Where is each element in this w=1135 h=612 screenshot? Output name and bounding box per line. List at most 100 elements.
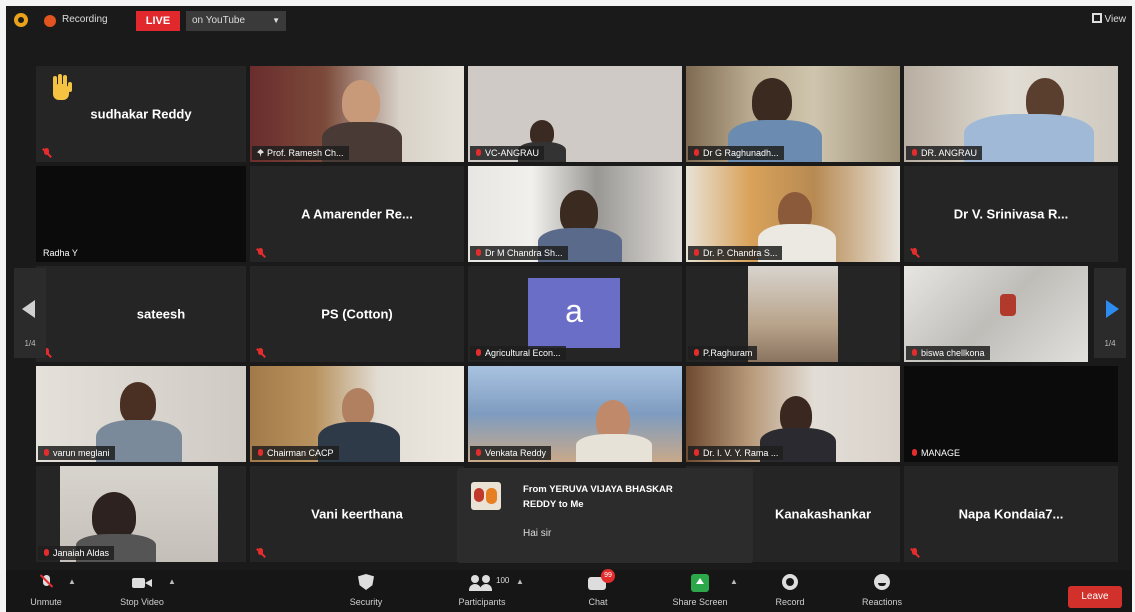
participant-name: Kanakashankar [774,506,872,522]
participant-tile[interactable]: Radha Y [36,166,246,262]
participant-tile-active-speaker[interactable]: Prof. Ramesh Ch... [250,66,464,162]
chat-button[interactable]: 99 Chat [558,569,638,607]
stop-video-button[interactable]: ▲ Stop Video [102,574,182,607]
share-screen-icon [691,574,709,592]
security-shield-icon[interactable] [14,13,28,27]
chevron-up-icon[interactable]: ▲ [68,577,76,586]
record-button[interactable]: Record [750,574,830,607]
stream-target-label: on YouTube [192,15,246,26]
chevron-up-icon[interactable]: ▲ [730,577,738,586]
participant-tile[interactable]: A Amarender Re... [250,166,464,262]
mic-muted-icon [693,248,700,258]
participant-name: Napa Kondaia7... [958,506,1064,522]
mic-muted-icon [693,448,700,458]
participant-tile[interactable]: Dr M Chandra Sh... [468,166,682,262]
participant-name-label: Janaiah Aldas [38,546,115,560]
participant-name: sudhakar Reddy [90,106,192,122]
page-indicator: 1/4 [1104,339,1116,348]
mic-muted-icon [910,548,919,558]
sender-avatar [471,482,501,510]
participant-tile[interactable]: Dr. I. V. Y. Rama ... [686,366,900,462]
participant-tile[interactable]: VC-ANGRAU [468,66,682,162]
chat-sender: From YERUVA VIJAYA BHASKAR REDDY to Me [523,484,673,510]
participant-name-label: Agricultural Econ... [470,346,566,360]
participant-name-label: MANAGE [906,446,965,460]
mic-muted-icon [693,348,700,358]
chat-unread-badge: 99 [601,569,615,583]
mic-muted-icon [475,348,482,358]
participant-tile[interactable]: Dr V. Srinivasa R... [904,166,1118,262]
mic-muted-icon [910,248,919,258]
participant-tile[interactable]: Vani keerthana [250,466,464,562]
video-camera-icon [132,574,152,592]
mic-muted-icon [257,448,264,458]
mic-muted-icon [41,574,51,592]
participant-name-label: DR. ANGRAU [906,146,983,160]
participants-count: 100 [496,576,510,585]
mic-muted-icon [43,448,50,458]
participants-icon [469,574,494,592]
top-bar: Recording LIVE on YouTube ▼ View [6,6,1132,36]
recording-label: Recording [62,14,108,25]
participant-name: sateesh [136,306,186,322]
mic-muted-icon [911,348,918,358]
participant-tile[interactable]: MANAGE [904,366,1118,462]
participant-tile[interactable]: a Agricultural Econ... [468,266,682,362]
participant-tile[interactable]: Napa Kondaia7... [904,466,1118,562]
chat-notification-popup[interactable]: From YERUVA VIJAYA BHASKAR REDDY to Me H… [457,468,753,563]
participant-tile[interactable]: biswa chellkona [904,266,1088,362]
caret-down-icon: ▼ [272,16,280,25]
participant-name-label: biswa chellkona [906,346,990,360]
participant-name-label: VC-ANGRAU [470,146,545,160]
chevron-up-icon[interactable]: ▲ [168,577,176,586]
participants-button[interactable]: 100 ▲ Participants [442,574,524,607]
unmute-button[interactable]: ▲ Unmute [6,574,86,607]
mic-muted-icon [911,148,918,158]
participant-tile[interactable]: Venkata Reddy [468,366,682,462]
participant-tile[interactable]: sateesh [36,266,246,362]
participant-tile[interactable]: Dr. P. Chandra S... [686,166,900,262]
pin-icon [257,149,264,157]
participant-tile[interactable]: PS (Cotton) [250,266,464,362]
chat-bubble-icon: 99 [588,569,615,592]
participant-name-label: Chairman CACP [252,446,339,460]
mic-muted-icon [911,448,918,458]
reactions-button[interactable]: Reactions [842,574,922,607]
raised-hand-icon [50,74,72,102]
participant-tile[interactable]: DR. ANGRAU [904,66,1118,162]
reactions-icon [874,574,890,592]
participant-name-label: Dr G Raghunadh... [688,146,784,160]
participant-tile[interactable]: varun meglani [36,366,246,462]
security-button[interactable]: Security [326,574,406,607]
chat-message: Hai sir [523,528,552,539]
leave-button[interactable]: Leave [1068,586,1122,608]
shield-icon [358,574,374,592]
next-page-button[interactable]: 1/4 [1094,268,1126,358]
zoom-meeting-window: Recording LIVE on YouTube ▼ View sudhaka… [6,6,1132,612]
live-badge[interactable]: LIVE [136,11,180,31]
mic-muted-icon [693,148,700,158]
participant-name: Dr V. Srinivasa R... [953,206,1069,222]
mic-muted-icon [43,548,50,558]
stream-target-dropdown[interactable]: on YouTube ▼ [186,11,286,31]
participant-tile[interactable]: P.Raghuram [686,266,900,362]
share-screen-button[interactable]: ▲ Share Screen [660,574,740,607]
mic-muted-icon [42,148,51,158]
view-label: View [1104,14,1127,25]
participant-name-label: Prof. Ramesh Ch... [252,146,349,160]
previous-page-button[interactable]: 1/4 [14,268,46,358]
view-button[interactable]: View [1091,13,1127,25]
participant-name-label: Dr. I. V. Y. Rama ... [688,446,784,460]
participant-tile[interactable]: Dr G Raghunadh... [686,66,900,162]
mic-muted-icon [475,248,482,258]
mic-muted-icon [256,548,265,558]
participant-name: A Amarender Re... [301,206,413,222]
participant-tile[interactable]: sudhakar Reddy [36,66,246,162]
participant-name-label: varun meglani [38,446,115,460]
participant-tile[interactable]: Janaiah Aldas [36,466,246,562]
arrow-right-icon [1106,300,1119,318]
arrow-left-icon [22,300,35,318]
mic-muted-icon [475,148,482,158]
chevron-up-icon[interactable]: ▲ [516,577,524,586]
participant-tile[interactable]: Chairman CACP [250,366,464,462]
